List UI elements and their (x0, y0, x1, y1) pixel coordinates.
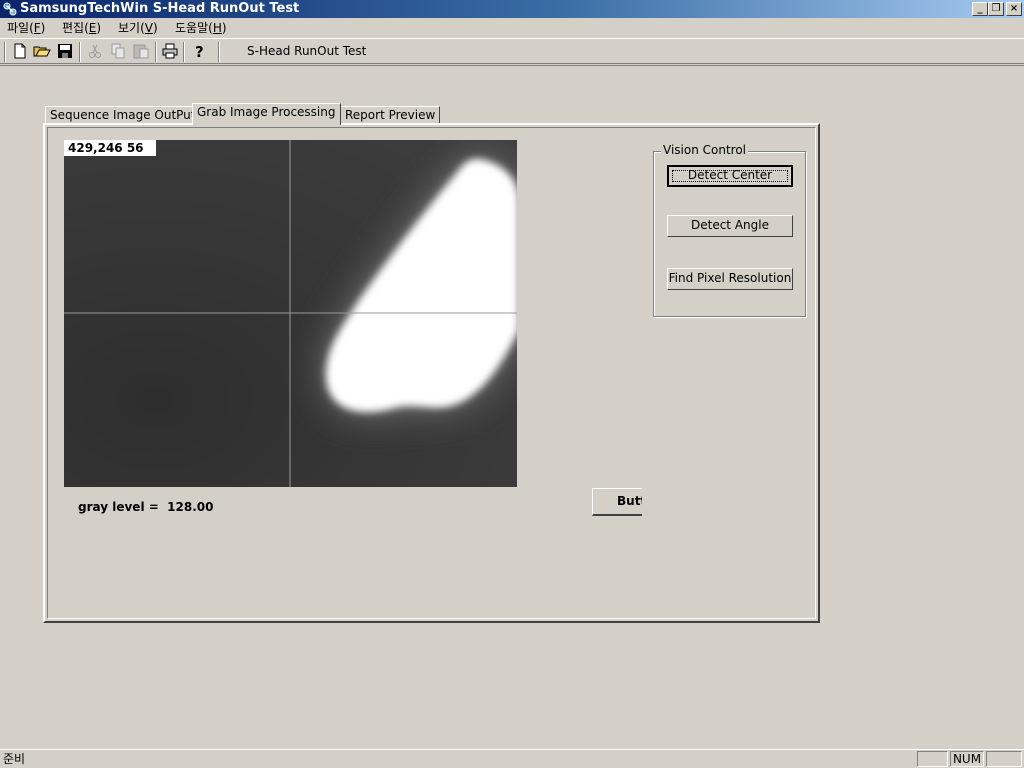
status-pane-scrl (986, 751, 1022, 767)
focus-rect (672, 170, 788, 182)
pixel-readout: 429,246 56 (64, 140, 156, 156)
open-icon[interactable] (33, 42, 51, 60)
copy-icon[interactable] (109, 42, 127, 60)
toolbar-separator (183, 42, 185, 62)
camera-image (64, 140, 517, 487)
tab-report-preview[interactable]: Report Preview (340, 106, 441, 124)
vision-control-group: Vision Control Detect Center Detect Angl… (653, 143, 806, 317)
toolbar: ? S-Head RunOut Test (0, 38, 1024, 64)
status-pane-num: NUM (950, 751, 984, 767)
title-bar[interactable]: SamsungTechWin S-Head RunOut Test _ ❐ × (0, 0, 1024, 18)
vision-control-title: Vision Control (661, 143, 749, 157)
gray-level-readout: gray level = 128.00 (78, 500, 213, 514)
window-title: SamsungTechWin S-Head RunOut Test (20, 1, 300, 16)
close-button[interactable]: × (1006, 2, 1022, 16)
image-viewer[interactable]: 429,246 56 (64, 140, 517, 487)
toolbar-caption: S-Head RunOut Test (247, 44, 367, 58)
detect-center-button[interactable]: Detect Center (667, 165, 793, 187)
menu-help[interactable]: 도움말(H) (175, 20, 227, 36)
restore-button[interactable]: ❐ (988, 2, 1004, 16)
print-icon[interactable] (161, 42, 179, 60)
status-text: 준비 (3, 752, 26, 766)
svg-text:?: ? (195, 43, 204, 60)
menu-edit[interactable]: 편집(E) (62, 20, 101, 36)
app-icon (3, 2, 17, 16)
find-pixel-resolution-button[interactable]: Find Pixel Resolution (667, 268, 793, 290)
toolbar-separator (155, 42, 157, 62)
gray-level-value: 128.00 (167, 500, 214, 514)
cut-icon[interactable] (86, 42, 104, 60)
save-icon[interactable] (56, 42, 74, 60)
status-bar: 준비 NUM (0, 749, 1024, 768)
paste-icon[interactable] (132, 42, 150, 60)
new-icon[interactable] (11, 42, 29, 60)
partial-button[interactable]: Butt (592, 488, 642, 516)
tab-grab-image-processing[interactable]: Grab Image Processing (192, 103, 341, 125)
toolbar-separator (79, 42, 81, 62)
menu-bar: 파일(F) 편집(E) 보기(V) 도움말(H) (0, 18, 1024, 38)
help-icon[interactable]: ? (190, 42, 208, 60)
status-pane-caps (917, 751, 948, 767)
menu-file[interactable]: 파일(F) (7, 20, 45, 36)
toolbar-grip[interactable] (4, 42, 6, 62)
minimize-button[interactable]: _ (972, 2, 988, 16)
tab-sequence-image-output[interactable]: Sequence Image OutPut (45, 106, 201, 124)
detect-angle-button[interactable]: Detect Angle (667, 215, 793, 237)
partial-button-clip: Butt (592, 488, 642, 516)
gray-level-label: gray level = (78, 500, 159, 514)
menu-view[interactable]: 보기(V) (118, 20, 158, 36)
toolbar-separator (218, 42, 220, 62)
